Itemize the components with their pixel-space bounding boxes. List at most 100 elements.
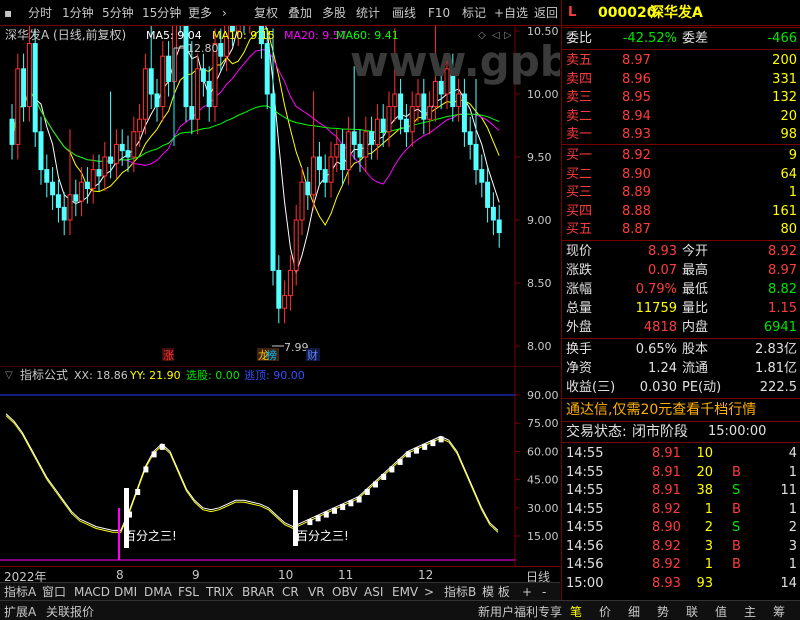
stat-value: 8.82 [768,282,797,297]
tick-time: 14:55 [566,520,604,535]
tab-indicator-a[interactable]: 指标A [4,584,36,600]
tab-minus[interactable]: - [542,584,546,600]
tick-time: 14:56 [566,538,604,554]
tb-tongji[interactable]: 统计 [356,4,380,22]
tb-diejia[interactable]: 叠加 [288,4,312,22]
ask-label: 卖五 [566,53,593,68]
bid-price[interactable]: 8.87 [622,221,651,239]
ind-tick: 75.00 [527,417,559,430]
tick-count: 1 [788,464,797,480]
status-tab[interactable]: 势 [657,603,669,620]
ask-vol: 98 [780,127,797,142]
indicator-chart[interactable]: ▽ 指标公式 XX: 18.86 YY: 21.90 选股: 0.00 逃顶: … [0,366,560,566]
tab-window[interactable]: 窗口 [42,584,66,600]
collapse-icon[interactable]: ▽ [5,370,13,381]
tb-biaoji[interactable]: 标记 [462,4,486,22]
stock-name: 深华发A [650,5,703,21]
status-promo[interactable]: 新用户福利专享 [478,603,562,620]
indicator-tabs: 指标A 窗口 MACD DMI DMA FSL TRIX BRAR CR VR … [0,582,560,600]
tab-fsl[interactable]: FSL [178,584,199,600]
indicator-yy: YY: 21.90 [129,369,181,382]
menu-icon[interactable]: ▪ [4,4,14,22]
tab-asi[interactable]: ASI [364,584,383,600]
ind-tick: 45.00 [527,474,559,487]
more-arrow-icon[interactable]: › [222,4,227,22]
tb-f10[interactable]: F10 [428,4,450,22]
ind-tick: 60.00 [527,445,559,458]
price-chart[interactable]: 12.5012.0011.5011.0010.5010.009.509.008.… [0,26,560,366]
tb-minute[interactable]: 分时 [28,4,52,22]
tab-plus[interactable]: + [522,584,532,600]
stat-value: 8.97 [768,263,797,278]
tick-price: 8.91 [652,483,681,498]
note-2: 百分之三! [296,529,349,543]
tab-brar[interactable]: BRAR [242,584,275,600]
promo-ad[interactable]: 通达信,仅需20元查看千档行情 [566,401,756,419]
tab-trix[interactable]: TRIX [206,584,233,600]
tab-dma[interactable]: DMA [144,584,172,600]
tick-bs: B [732,538,741,554]
tb-back[interactable]: 返回 [534,4,558,22]
status-tab[interactable]: 价 [599,603,611,620]
tb-15min[interactable]: 15分钟 [142,4,181,22]
tick-price: 8.91 [652,446,681,461]
stock-chart-label: 深华发A (日线,前复权) [5,27,126,42]
tab-dmi[interactable]: DMI [114,584,137,600]
tab-indicator-b[interactable]: 指标B [444,584,476,600]
tb-huaxian[interactable]: 画线 [392,4,416,22]
bid-price[interactable]: 8.92 [622,147,651,165]
tab-emv[interactable]: EMV [392,584,418,600]
ask-price[interactable]: 8.97 [622,52,651,70]
tb-1min[interactable]: 1分钟 [62,4,94,22]
ask-label: 卖三 [566,90,593,105]
weibi-label: 委比 [566,31,593,46]
status-tab[interactable]: 细 [628,603,640,620]
stat-value: 1.15 [768,301,797,316]
watermark: www.gpbu.cn [350,37,560,86]
ask-price[interactable]: 8.94 [622,108,651,126]
status-ext-a[interactable]: 扩展A [4,603,36,620]
tick-price: 8.92 [652,557,681,572]
high-price-label: 12.80 [187,42,219,55]
tab-vr[interactable]: VR [308,584,325,600]
ask-price[interactable]: 8.93 [622,126,651,144]
tick-bs: B [732,464,741,480]
tab-cr[interactable]: CR [282,584,299,600]
status-tab[interactable]: 值 [715,603,727,620]
status-tab[interactable]: 笔 [570,603,582,620]
bid-price[interactable]: 8.88 [622,203,651,221]
badge-bang[interactable]: 榜 [266,348,277,362]
tick-time: 14:55 [566,483,604,498]
status-tab[interactable]: 筹 [773,603,785,620]
status-tab[interactable]: 主 [744,603,756,620]
tb-more[interactable]: 更多 [188,4,212,22]
ma10-label: MA10: 9.15 [212,29,275,42]
tab-macd[interactable]: MACD [74,584,110,600]
tick-count: 1 [788,501,797,517]
ma5-label: MA5: 9.04 [146,29,202,42]
tab-obv[interactable]: OBV [332,584,358,600]
bid-price[interactable]: 8.89 [622,184,651,202]
stat-label: 内盘 [682,320,709,335]
ask-price[interactable]: 8.95 [622,89,651,107]
tick-price: 8.93 [652,575,681,591]
ask-vol: 200 [772,53,797,68]
status-related[interactable]: 关联报价 [46,603,94,620]
date-11: 11 [338,568,354,582]
tab-more-arrow[interactable]: > [424,584,434,600]
ind-tick: 15.00 [527,530,559,543]
tb-zixuan[interactable]: +自选 [494,4,528,22]
tb-duogu[interactable]: 多股 [322,4,346,22]
tab-template[interactable]: 模 板 [482,584,510,600]
status-tab[interactable]: 联 [686,603,698,620]
bid-price[interactable]: 8.90 [622,166,651,184]
ask-vol: 132 [772,90,797,105]
tb-5min[interactable]: 5分钟 [102,4,134,22]
stat-label: 外盘 [566,320,593,335]
tick-count: 4 [788,446,797,461]
stat-label: 涨幅 [566,282,593,297]
tb-fuquan[interactable]: 复权 [254,4,278,22]
badge-zhang[interactable]: 涨 [163,349,174,362]
ask-price[interactable]: 8.96 [622,71,651,89]
badge-cai[interactable]: 财 [307,348,318,362]
